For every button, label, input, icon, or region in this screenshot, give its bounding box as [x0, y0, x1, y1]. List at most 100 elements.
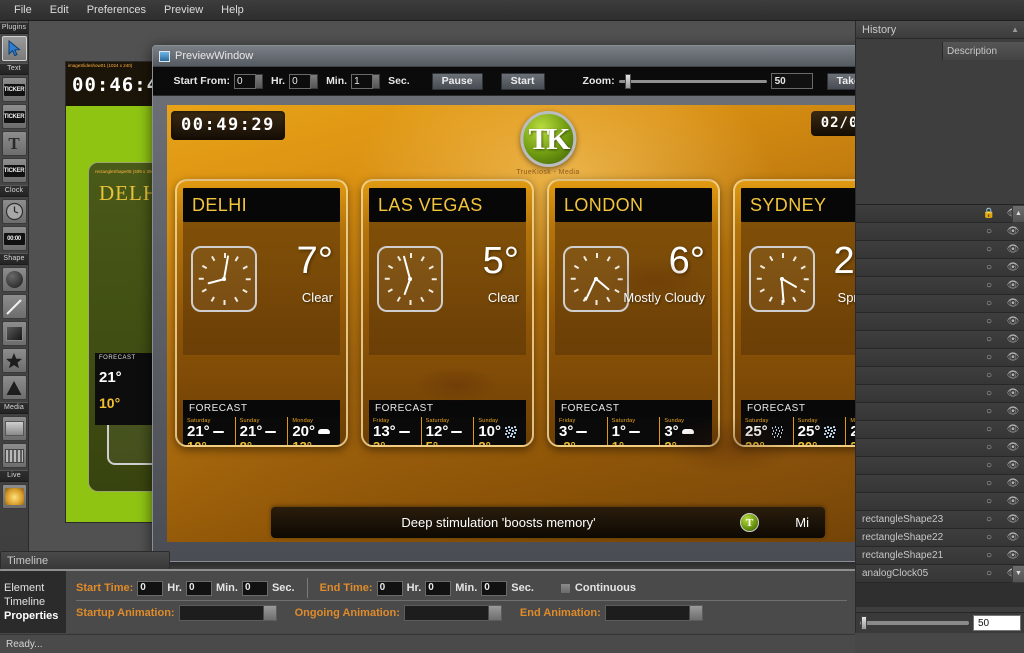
end-time-min-input[interactable]: 0 — [425, 580, 452, 596]
layer-row[interactable]: ○ 👁 — [856, 295, 1024, 313]
cursor-tool[interactable] — [1, 36, 27, 61]
unlock-icon[interactable]: ○ — [977, 298, 1001, 309]
end-time-hr-input[interactable]: 0 — [376, 580, 403, 596]
menu-item-preferences[interactable]: Preferences — [79, 1, 154, 19]
start-time-sec-input[interactable]: 0 — [241, 580, 268, 596]
ongoing-animation-select[interactable] — [403, 604, 502, 621]
eye-icon[interactable]: 👁 — [1001, 478, 1024, 489]
unlock-icon[interactable]: ○ — [977, 280, 1001, 291]
eye-icon[interactable]: 👁 — [1001, 496, 1024, 507]
layer-row[interactable]: rectangleShape21 ○ 👁 — [856, 547, 1024, 565]
layer-row[interactable]: ○ 👁 — [856, 457, 1024, 475]
start-minutes-stepper[interactable] — [289, 73, 319, 89]
unlock-icon[interactable]: ○ — [977, 568, 1001, 579]
layer-row[interactable]: ○ 👁 — [856, 421, 1024, 439]
weather-card[interactable]: LONDON 6° Mostly Cloudy FORECAST Friday … — [547, 179, 720, 447]
start-minutes-arrows[interactable] — [311, 73, 319, 89]
layer-row[interactable]: ○ 👁 — [856, 277, 1024, 295]
canvas-zoom-thumb[interactable] — [861, 616, 867, 630]
text-tool[interactable]: T — [1, 131, 27, 156]
layer-row[interactable]: analogClock05 ○ 👁 ▼ — [856, 564, 1024, 583]
triangle-shape-tool[interactable] — [1, 375, 27, 400]
unlock-icon[interactable]: ○ — [977, 460, 1001, 471]
unlock-icon[interactable]: ○ — [977, 370, 1001, 381]
eye-icon[interactable]: 👁 — [1001, 532, 1024, 543]
eye-icon[interactable]: 👁 — [1001, 334, 1024, 345]
eye-icon[interactable]: 👁 — [1001, 370, 1024, 381]
layer-row[interactable]: 🔒 👁 ▲ — [856, 205, 1024, 223]
layer-row[interactable]: ○ 👁 — [856, 385, 1024, 403]
unlock-icon[interactable]: ○ — [977, 478, 1001, 489]
timeline-tab[interactable]: Timeline — [0, 551, 170, 569]
tab-properties[interactable]: Properties — [4, 610, 66, 622]
star-shape-tool[interactable] — [1, 348, 27, 373]
layer-row[interactable]: ○ 👁 — [856, 223, 1024, 241]
eye-icon[interactable]: 👁 — [1001, 514, 1024, 525]
unlock-icon[interactable]: ○ — [977, 334, 1001, 345]
eye-icon[interactable]: 👁 — [1001, 550, 1024, 561]
eye-icon[interactable]: 👁 — [1001, 460, 1024, 471]
preview-window-titlebar[interactable]: PreviewWindow — ❐ ✕ — [153, 46, 941, 67]
eye-icon[interactable]: 👁 — [1001, 226, 1024, 237]
end-animation-select[interactable] — [604, 604, 703, 621]
start-minutes-input[interactable] — [289, 73, 312, 89]
unlock-icon[interactable]: ○ — [977, 406, 1001, 417]
eye-icon[interactable]: 👁 — [1001, 424, 1024, 435]
zoom-slider-thumb[interactable] — [624, 73, 631, 89]
rectangle-shape-tool[interactable] — [1, 321, 27, 346]
eye-icon[interactable]: 👁 — [1001, 262, 1024, 273]
start-button[interactable]: Start — [500, 72, 545, 90]
start-seconds-arrows[interactable] — [373, 73, 381, 89]
zoom-value-field[interactable]: 50 — [770, 73, 813, 89]
layer-row[interactable]: rectangleShape22 ○ 👁 — [856, 529, 1024, 547]
analog-clock-tool[interactable] — [1, 199, 27, 224]
layer-row[interactable]: ○ 👁 — [856, 313, 1024, 331]
continuous-checkbox[interactable] — [559, 582, 571, 594]
layer-row[interactable]: ○ 👁 — [856, 439, 1024, 457]
layer-row[interactable]: ○ 👁 — [856, 493, 1024, 511]
live-feed-tool[interactable] — [1, 484, 27, 509]
canvas-zoom-track[interactable] — [860, 616, 969, 630]
video-media-tool[interactable] — [1, 443, 27, 468]
eye-icon[interactable]: 👁 — [1001, 388, 1024, 399]
ticker-tool-2[interactable]: TICKER — [1, 104, 27, 129]
chevron-up-icon[interactable]: ▲ — [1011, 25, 1019, 34]
unlock-icon[interactable]: ○ — [977, 352, 1001, 363]
layer-row[interactable]: ○ 👁 — [856, 241, 1024, 259]
start-hours-stepper[interactable] — [234, 73, 264, 89]
unlock-icon[interactable]: ○ — [977, 442, 1001, 453]
ticker-tool-1[interactable]: TICKER — [1, 77, 27, 102]
unlock-icon[interactable]: ○ — [977, 550, 1001, 561]
unlock-icon[interactable]: ○ — [977, 388, 1001, 399]
layer-row[interactable]: ○ 👁 — [856, 475, 1024, 493]
start-seconds-stepper[interactable] — [351, 73, 381, 89]
end-time-sec-input[interactable]: 0 — [481, 580, 508, 596]
layer-row[interactable]: ○ 👁 — [856, 331, 1024, 349]
tab-element[interactable]: Element — [4, 582, 66, 594]
ticker-tool-3[interactable]: TICKER — [1, 158, 27, 183]
weather-card[interactable]: LAS VEGAS 5° Clear FORECAST Friday 13° 3… — [361, 179, 534, 447]
chevron-down-icon[interactable] — [487, 605, 501, 620]
menu-item-preview[interactable]: Preview — [156, 1, 211, 19]
eye-icon[interactable]: 👁 — [1001, 406, 1024, 417]
chevron-down-icon[interactable] — [262, 605, 276, 620]
layer-row[interactable]: ○ 👁 — [856, 367, 1024, 385]
layer-row[interactable]: ○ 👁 — [856, 403, 1024, 421]
startup-animation-select[interactable] — [178, 604, 277, 621]
digital-clock-tool[interactable]: 00:00 — [1, 226, 27, 251]
start-hours-input[interactable] — [234, 73, 257, 89]
scroll-up-button[interactable]: ▲ — [1012, 205, 1024, 223]
scroll-down-button[interactable]: ▼ — [1012, 564, 1024, 583]
unlock-icon[interactable]: ○ — [977, 244, 1001, 255]
unlock-icon[interactable]: ○ — [977, 532, 1001, 543]
tab-timeline[interactable]: Timeline — [4, 596, 66, 608]
start-time-hr-input[interactable]: 0 — [137, 580, 164, 596]
pause-button[interactable]: Pause — [431, 72, 483, 90]
start-time-min-input[interactable]: 0 — [185, 580, 212, 596]
circle-shape-tool[interactable] — [1, 267, 27, 292]
canvas-zoom-value[interactable]: 50 — [973, 615, 1021, 631]
layer-list[interactable]: 🔒 👁 ▲ ○ 👁 ○ 👁 ○ 👁 ○ 👁 ○ 👁 ○ 👁 ○ 👁 ○ — [856, 204, 1024, 607]
chevron-down-icon[interactable] — [688, 605, 702, 620]
preview-window[interactable]: PreviewWindow — ❐ ✕ Start From: Hr. Min. — [152, 45, 942, 562]
unlock-icon[interactable]: ○ — [977, 262, 1001, 273]
